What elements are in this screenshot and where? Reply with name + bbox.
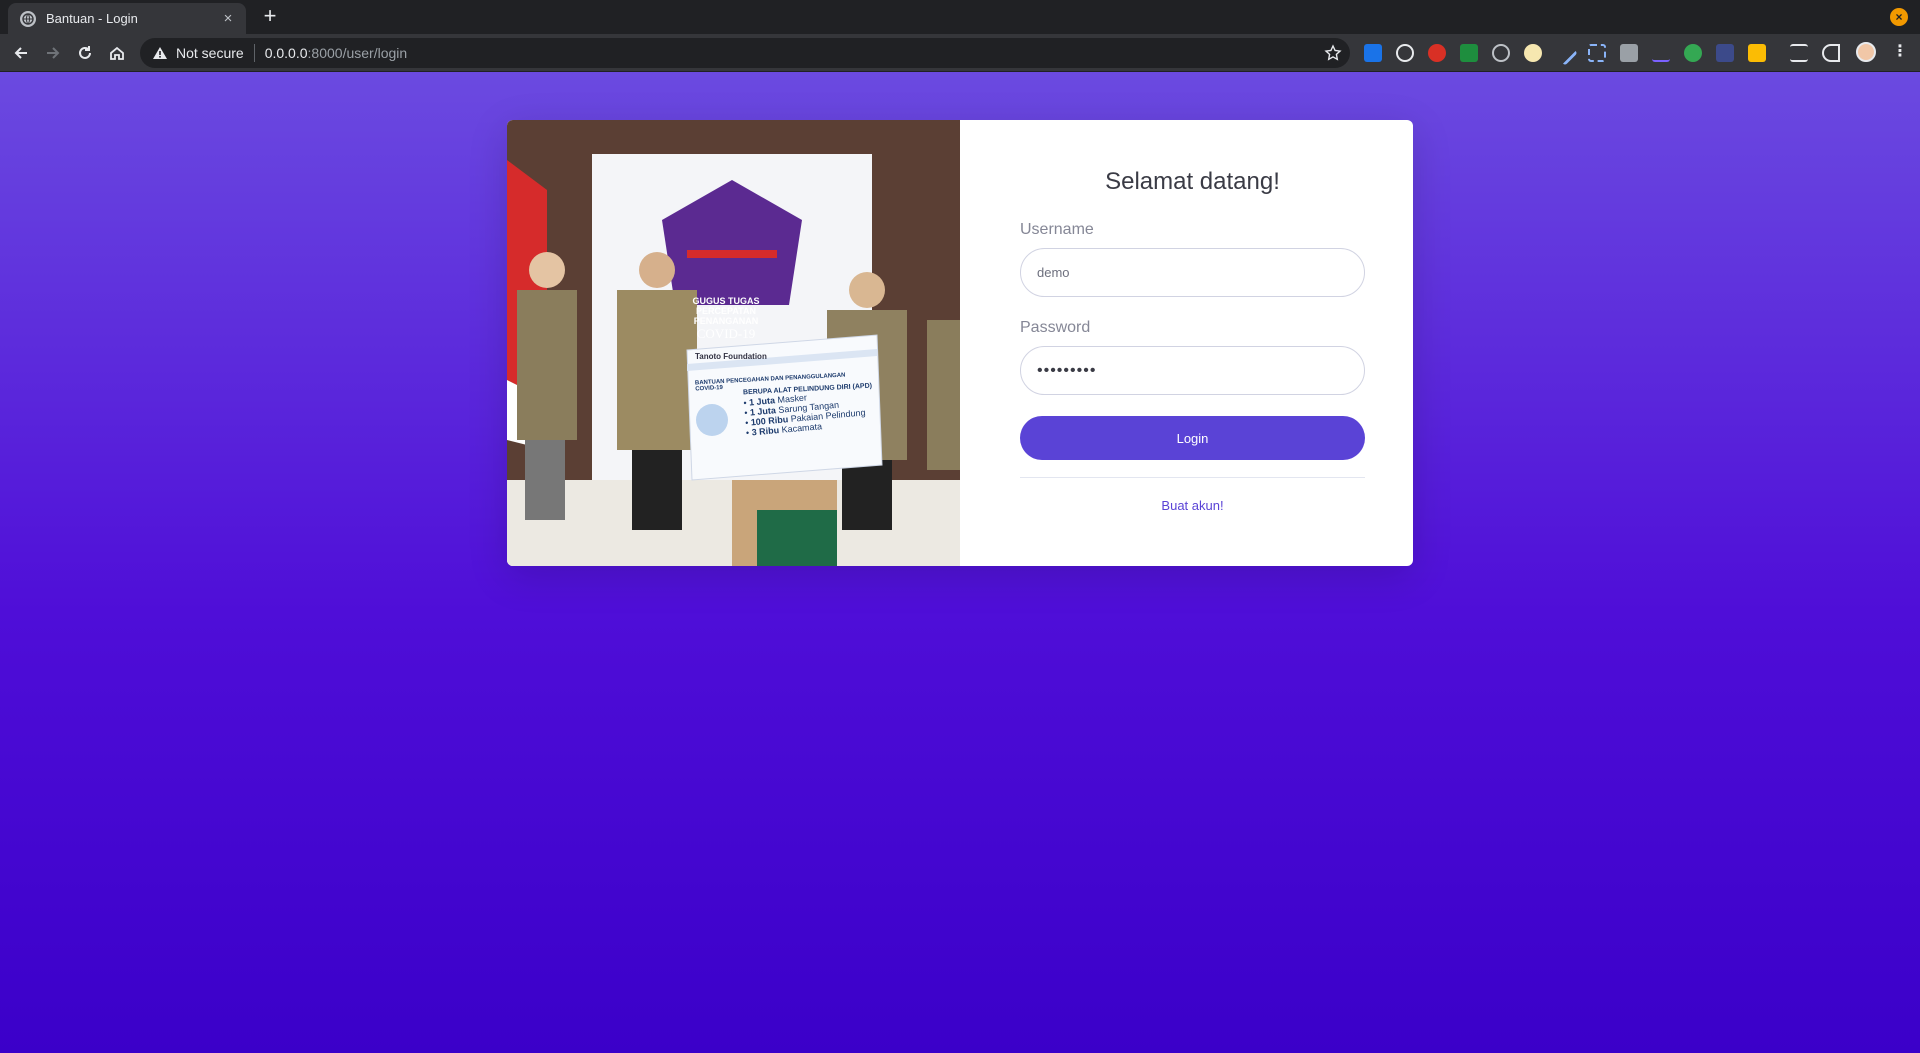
php-extension-icon[interactable] [1652,44,1670,62]
login-card: GUGUS TUGAS PERCEPATAN PENANGANAN COVID-… [507,120,1413,566]
new-tab-button[interactable]: + [258,5,282,29]
username-field[interactable] [1020,248,1365,297]
sign-brand: Tanoto Foundation [695,352,767,361]
browser-tab-strip: Bantuan - Login × + × [0,0,1920,34]
camera-extension-icon[interactable] [1620,44,1638,62]
extension-red-icon[interactable] [1428,44,1446,62]
form-divider [1020,477,1365,478]
tab-title: Bantuan - Login [46,11,138,26]
pen-extension-icon[interactable] [1552,40,1578,66]
password-label: Password [1020,319,1091,336]
reading-list-icon[interactable] [1790,44,1808,62]
home-icon[interactable] [105,41,129,65]
chat-extension-icon[interactable] [1460,44,1478,62]
profile-avatar[interactable] [1856,42,1876,62]
security-status[interactable]: Not secure [176,45,244,61]
globe-icon [20,10,36,27]
bookmark-star-icon[interactable] [1324,44,1342,62]
url-path: :8000/user/login [307,45,408,61]
extension-s-icon[interactable] [1364,44,1382,62]
reload-icon[interactable] [73,41,97,65]
window-close-button[interactable]: × [1890,8,1908,26]
crop-extension-icon[interactable] [1588,44,1606,62]
banner-title: GUGUS TUGAS PERCEPATAN PENANGANAN [692,296,760,326]
page-title: Selamat datang! [1105,168,1280,195]
extension-yellow-icon[interactable] [1524,44,1542,62]
close-icon[interactable]: × [220,10,236,27]
globe-extension-icon[interactable] [1492,44,1510,62]
react-devtools-icon[interactable] [1396,44,1414,62]
hero-photo: GUGUS TUGAS PERCEPATAN PENANGANAN COVID-… [507,120,960,566]
warning-icon [152,45,168,61]
browser-toolbar: Not secure 0.0.0.0 :8000/user/login 518 [0,34,1920,97]
url-host: 0.0.0.0 [264,45,308,61]
key-icon[interactable] [1822,44,1840,62]
extension-blue-icon[interactable] [1716,44,1734,62]
register-link[interactable]: Buat akun! [1020,498,1365,513]
password-field[interactable] [1020,346,1365,395]
extension-check-icon[interactable] [1748,44,1766,62]
photo-scene [507,120,960,566]
omnibox-divider [253,44,255,62]
login-form: Selamat datang! Username Password Login … [960,120,1413,566]
page-background: GUGUS TUGAS PERCEPATAN PENANGANAN COVID-… [0,72,1920,1053]
back-icon[interactable] [9,41,33,65]
banner-covid: COVID-19 [696,326,756,341]
menu-kebab-icon[interactable]: ⋮ [1892,43,1908,61]
login-button[interactable]: Login [1020,416,1365,460]
forward-icon[interactable] [41,41,65,65]
browser-tab[interactable]: Bantuan - Login × [8,3,246,34]
extension-green-icon[interactable] [1684,44,1702,62]
username-label: Username [1020,221,1094,238]
address-bar[interactable]: Not secure 0.0.0.0 :8000/user/login [140,38,1350,68]
